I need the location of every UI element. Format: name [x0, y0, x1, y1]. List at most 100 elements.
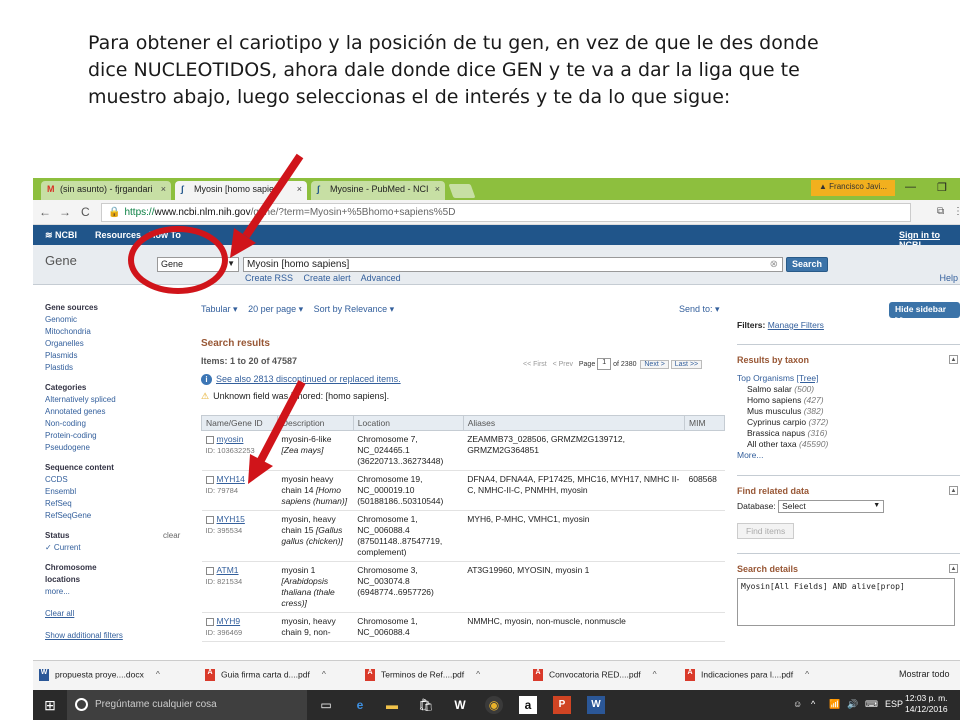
edge-icon[interactable]: e — [351, 696, 369, 714]
menu-icon[interactable]: ⋮ — [953, 206, 960, 217]
gene-link[interactable]: MYH15 — [217, 514, 245, 524]
col-aliases[interactable]: Aliases — [462, 415, 686, 431]
related-database-select[interactable]: Select ▼ — [778, 500, 885, 513]
download-item[interactable]: A Terminos de Ref....pdf ^ — [365, 669, 480, 681]
amazon-icon[interactable]: a — [519, 696, 537, 714]
restore-icon[interactable]: ❐ — [937, 181, 947, 194]
profile-button[interactable]: ▲ Francisco Javi... — [811, 180, 895, 196]
find-items-button[interactable]: Find items — [737, 523, 795, 539]
chevron-up-icon[interactable]: ^ — [476, 669, 480, 679]
col-mim[interactable]: MIM — [684, 415, 725, 431]
word-icon[interactable]: W — [587, 696, 605, 714]
ncbi-logo[interactable]: ≋ NCBI — [45, 230, 77, 241]
search-input[interactable]: Myosin [homo sapiens] ⊗ — [243, 257, 783, 272]
next-page-button[interactable]: Next > — [640, 359, 669, 369]
row-checkbox[interactable] — [205, 475, 214, 484]
word-mobile-icon[interactable]: W — [451, 696, 469, 714]
forward-icon[interactable]: → — [59, 205, 71, 219]
col-location[interactable]: Location — [352, 415, 464, 431]
filter-protein-coding[interactable]: Protein-coding — [45, 430, 195, 442]
windows-start-icon[interactable]: ⊞ — [33, 690, 67, 720]
network-icon[interactable]: 📶 — [829, 699, 840, 710]
hide-sidebar-button[interactable]: Hide sidebar >> — [889, 302, 960, 324]
see-also-link[interactable]: See also 2813 discontinued or replaced i… — [216, 374, 401, 384]
filter-current[interactable]: ✓ Current — [45, 542, 195, 554]
task-view-icon[interactable]: ▭ — [317, 696, 335, 714]
clear-all-link[interactable]: Clear all — [45, 608, 195, 620]
row-checkbox[interactable] — [205, 617, 214, 626]
prev-page-link[interactable]: < Prev — [553, 361, 573, 368]
resources-menu[interactable]: Resources — [95, 230, 141, 240]
sort-dropdown[interactable]: Sort by Relevance ▾ — [314, 304, 395, 314]
show-filters-link[interactable]: Show additional filters — [45, 630, 195, 642]
taxon-item[interactable]: Cyprinus carpio (372) — [737, 417, 960, 428]
store-icon[interactable]: 🛍 — [417, 696, 435, 714]
back-icon[interactable]: ← — [39, 205, 51, 219]
download-item[interactable]: Wpropuesta proye....docx ^ — [39, 669, 160, 681]
chevron-up-icon[interactable]: ^ — [322, 669, 326, 679]
filter-ensembl[interactable]: Ensembl — [45, 486, 195, 498]
filter-annotated[interactable]: Annotated genes — [45, 406, 195, 418]
people-icon[interactable]: ☺ — [793, 699, 802, 709]
translate-icon[interactable]: ⧉ — [937, 206, 944, 217]
file-explorer-icon[interactable]: ▬ — [383, 696, 401, 714]
new-tab-button[interactable] — [448, 184, 476, 198]
gene-link[interactable]: myosin — [217, 434, 244, 444]
chevron-up-icon[interactable]: ^ — [805, 669, 809, 679]
chrome-icon[interactable]: ◉ — [485, 696, 503, 714]
filter-mitochondria[interactable]: Mitochondria — [45, 326, 195, 338]
tab-gene-myosin[interactable]: ∫ Myosin [homo sapien × — [175, 181, 307, 200]
manage-filters-link[interactable]: Manage Filters — [768, 320, 824, 330]
chevron-up-icon[interactable]: ^ — [653, 669, 657, 679]
taxon-item[interactable]: Brassica napus (316) — [737, 428, 960, 439]
taxon-item[interactable]: Homo sapiens (427) — [737, 395, 960, 406]
filter-plasmids[interactable]: Plasmids — [45, 350, 195, 362]
collapse-icon[interactable]: ▲ — [949, 486, 958, 495]
row-checkbox[interactable] — [205, 566, 214, 575]
filter-non-coding[interactable]: Non-coding — [45, 418, 195, 430]
taxon-item[interactable]: Salmo salar (500) — [737, 384, 960, 395]
top-organisms-link[interactable]: Top Organisms — [737, 373, 794, 383]
close-icon[interactable]: × — [161, 184, 166, 194]
taxon-item[interactable]: All other taxa (45590) — [737, 439, 960, 450]
create-rss-link[interactable]: Create RSS — [245, 273, 293, 283]
tab-gmail[interactable]: M (sin asunto) - fjrgandari × — [41, 181, 171, 200]
create-alert-link[interactable]: Create alert — [304, 273, 351, 283]
taxon-more-link[interactable]: More... — [737, 450, 960, 461]
per-page-dropdown[interactable]: 20 per page ▾ — [248, 304, 303, 314]
download-item[interactable]: A Indicaciones para l....pdf ^ — [685, 669, 809, 681]
volume-icon[interactable]: 🔊 — [847, 699, 858, 710]
collapse-icon[interactable]: ▲ — [949, 355, 958, 364]
filter-genomic[interactable]: Genomic — [45, 314, 195, 326]
reload-icon[interactable]: C — [81, 205, 90, 219]
filter-refseqgene[interactable]: RefSeqGene — [45, 510, 195, 522]
download-item[interactable]: A Guia firma carta d....pdf ^ — [205, 669, 326, 681]
filter-ccds[interactable]: CCDS — [45, 474, 195, 486]
download-item[interactable]: A Convocatoria RED....pdf ^ — [533, 669, 657, 681]
send-to-dropdown[interactable]: Send to: ▾ — [679, 304, 720, 315]
tab-pubmed[interactable]: ∫ Myosine - PubMed - NCI × — [311, 181, 445, 200]
search-details-textarea[interactable]: Myosin[All Fields] AND alive[prop] — [737, 578, 955, 626]
row-checkbox[interactable] — [205, 435, 214, 444]
howto-menu[interactable]: How To — [149, 230, 181, 240]
row-checkbox[interactable] — [205, 515, 214, 524]
first-page-link[interactable]: << First — [523, 361, 547, 368]
tray-chevron-icon[interactable]: ^ — [811, 699, 815, 709]
filter-alt-spliced[interactable]: Alternatively spliced — [45, 394, 195, 406]
filter-pseudogene[interactable]: Pseudogene — [45, 442, 195, 454]
chevron-up-icon[interactable]: ^ — [156, 669, 160, 679]
gene-link[interactable]: ATM1 — [217, 565, 239, 575]
gene-link[interactable]: MYH14 — [217, 474, 245, 484]
help-link[interactable]: Help — [939, 273, 958, 283]
filter-plastids[interactable]: Plastids — [45, 362, 195, 374]
close-icon[interactable]: × — [297, 184, 302, 194]
more-link[interactable]: more... — [45, 586, 195, 598]
show-all-button[interactable]: Mostrar todo — [899, 669, 950, 679]
language-indicator[interactable]: ESP — [885, 699, 903, 709]
cortana-search[interactable]: Pregúntame cualquier cosa — [67, 690, 307, 720]
taxon-item[interactable]: Mus musculus (382) — [737, 406, 960, 417]
database-select[interactable]: Gene ▼ — [157, 257, 239, 272]
advanced-link[interactable]: Advanced — [361, 273, 401, 283]
last-page-button[interactable]: Last >> — [670, 359, 703, 369]
page-input[interactable]: 1 — [597, 358, 612, 370]
